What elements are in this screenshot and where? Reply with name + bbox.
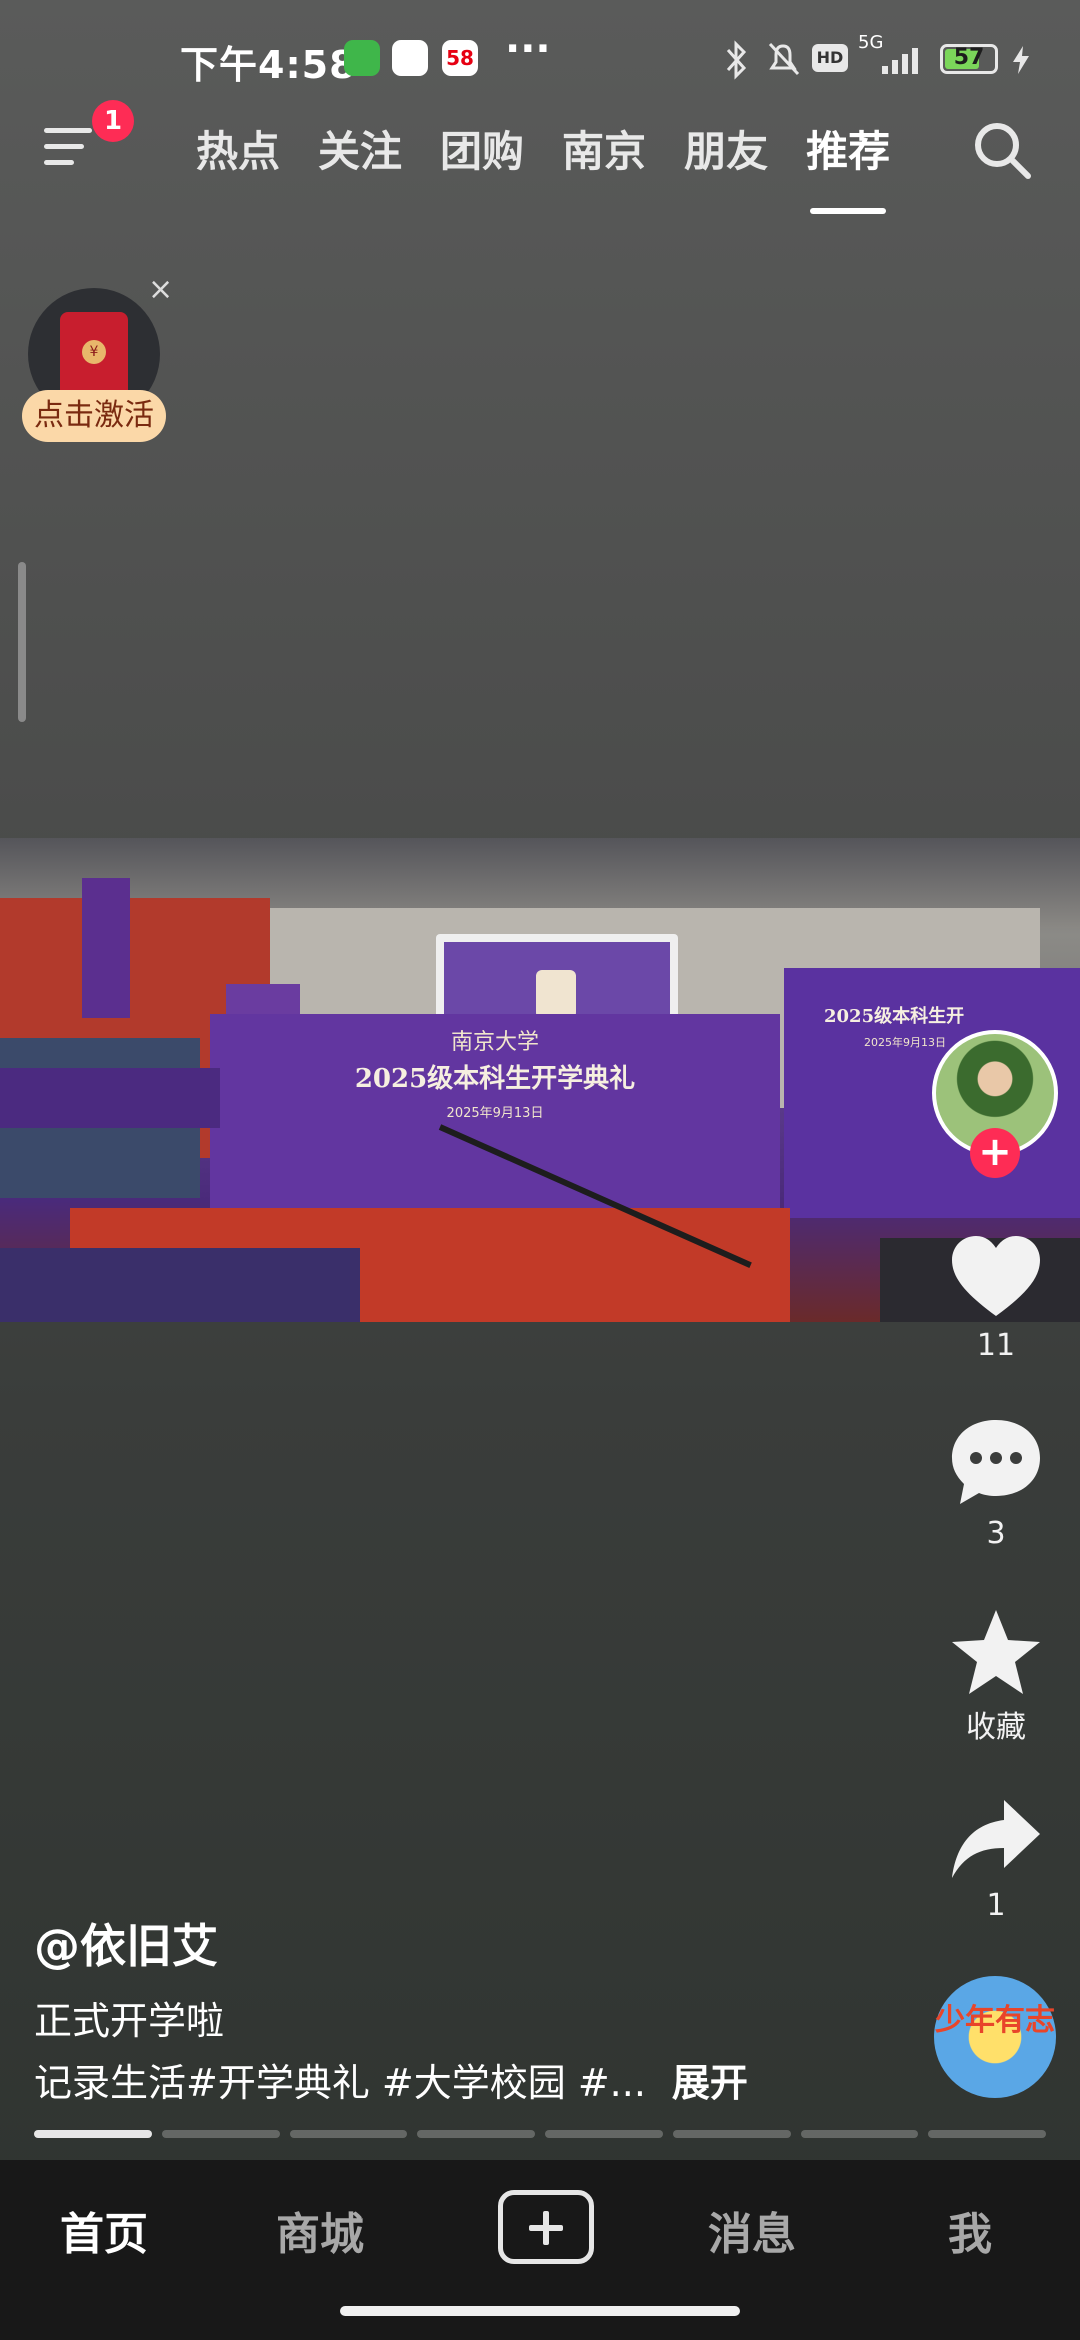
- banner-title: 2025级本科生开学典礼: [354, 1064, 636, 1094]
- follow-button[interactable]: +: [970, 1128, 1020, 1178]
- caption-hashtags[interactable]: 记录生活#开学典礼 #大学校园 #...: [34, 2061, 646, 2105]
- purple-band: [0, 1068, 220, 1128]
- caption-line-2: 记录生活#开学典礼 #大学校园 #... 展开: [34, 2052, 748, 2107]
- side-scroll-indicator: [18, 562, 26, 722]
- stage-backdrop: 南京大学 2025级本科生开学典礼 2025年9月13日: [210, 1014, 780, 1214]
- story-progress: [34, 2130, 1046, 2138]
- side-banner-date: 2025年9月13日: [864, 1036, 946, 1049]
- side-banner-title: 2025级本科生开: [824, 1006, 965, 1027]
- hanging-banner: [82, 878, 130, 1018]
- notification-badge: 1: [92, 100, 134, 142]
- tab-recommend[interactable]: 推荐: [806, 118, 890, 214]
- activate-button[interactable]: 点击激活: [22, 390, 166, 442]
- share-arrow-icon[interactable]: [946, 1790, 1046, 1890]
- tab-following[interactable]: 关注: [318, 118, 402, 188]
- progress-segment: [672, 2130, 791, 2138]
- video-frame[interactable]: 南京大学 2025级本科生开学典礼 2025年9月13日 2025级本科生开 2…: [0, 838, 1080, 1322]
- tab-partial[interactable]: [130, 118, 158, 188]
- 58-app-icon: 58: [442, 40, 478, 76]
- wechat-notification-icon: [344, 40, 380, 76]
- nav-me[interactable]: 我: [948, 2198, 992, 2262]
- favorite-star-icon[interactable]: [946, 1604, 1046, 1704]
- hd-icon: HD: [812, 44, 848, 72]
- comment-icon[interactable]: [946, 1412, 1046, 1512]
- progress-segment: [289, 2130, 408, 2138]
- nav-messages[interactable]: 消息: [708, 2198, 796, 2262]
- tab-friends[interactable]: 朋友: [684, 118, 768, 188]
- battery-level: 57: [953, 45, 985, 70]
- close-icon[interactable]: ×: [148, 272, 173, 307]
- top-tab-bar: 热点 关注 团购 南京 朋友 推荐: [130, 118, 890, 214]
- baidu-netdisk-icon: [392, 40, 428, 76]
- progress-segment: [417, 2130, 535, 2138]
- status-bar: 下午4:58 58 ··· HD 5G 57: [0, 0, 1080, 110]
- nav-mall[interactable]: 商城: [276, 2198, 364, 2262]
- signal-icon: [882, 48, 918, 74]
- tab-nanjing[interactable]: 南京: [562, 118, 646, 188]
- more-notifications-icon: ···: [505, 26, 551, 72]
- create-plus-button[interactable]: [498, 2190, 594, 2264]
- nav-home[interactable]: 首页: [60, 2198, 148, 2262]
- menu-button[interactable]: [44, 124, 100, 172]
- progress-segment: [34, 2130, 152, 2138]
- tab-hot[interactable]: 热点: [196, 118, 280, 188]
- progress-segment: [545, 2130, 663, 2138]
- progress-segment: [800, 2130, 919, 2138]
- status-time: 下午4:58: [180, 43, 357, 87]
- mute-bell-icon: [768, 42, 800, 76]
- music-disc-text: 少年有志: [935, 2003, 1055, 2038]
- red-envelope-icon: ¥: [60, 312, 128, 398]
- banner-date: 2025年9月13日: [446, 1106, 544, 1121]
- tab-group-buy[interactable]: 团购: [440, 118, 524, 188]
- progress-segment: [161, 2130, 280, 2138]
- charging-icon: [1013, 46, 1029, 74]
- music-disc-badge[interactable]: 少年有志: [934, 1976, 1056, 2098]
- home-indicator[interactable]: [340, 2306, 740, 2316]
- like-heart-icon[interactable]: [946, 1228, 1046, 1328]
- bluetooth-icon: [726, 40, 747, 80]
- search-icon[interactable]: [970, 118, 1034, 182]
- author-name[interactable]: @依旧艾: [34, 1910, 218, 1976]
- expand-button[interactable]: 展开: [672, 2061, 748, 2105]
- battery-icon: 57: [940, 44, 998, 74]
- audience: [0, 1248, 360, 1322]
- like-count: 11: [976, 1328, 1016, 1363]
- favorite-label: 收藏: [966, 1710, 1026, 1745]
- progress-segment: [928, 2130, 1046, 2138]
- share-count: 1: [986, 1888, 1006, 1923]
- comment-count: 3: [986, 1516, 1006, 1551]
- caption-line-1: 正式开学啦: [34, 1999, 225, 2043]
- banner-university: 南京大学: [450, 1030, 539, 1055]
